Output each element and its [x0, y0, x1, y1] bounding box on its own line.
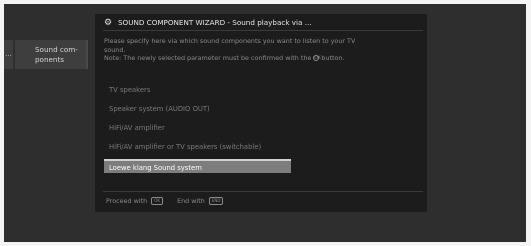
sound-component-wizard-dialog: ⚙ SOUND COMPONENT WIZARD - Sound playback… [95, 14, 427, 212]
option-tv-speakers[interactable]: TV speakers [106, 83, 306, 97]
instruction-line-3-end: button. [321, 54, 345, 62]
end-label: End with [177, 197, 205, 205]
instruction-text: Please specify here via which sound comp… [104, 37, 422, 63]
instruction-line-1: Please specify here via which sound comp… [104, 37, 356, 45]
proceed-label: Proceed with [106, 197, 148, 205]
menu-back-label: ... [5, 50, 12, 58]
ok-button-icon: OK [313, 55, 321, 61]
ok-key-icon: OK [151, 197, 163, 205]
instruction-line-3: Note: The newly selected parameter must … [104, 54, 422, 63]
instruction-line-2: sound. [104, 45, 126, 54]
dialog-title-text: SOUND COMPONENT WIZARD - Sound playback … [118, 18, 312, 27]
instruction-line-3-start: Note: The newly selected parameter must … [104, 54, 312, 62]
option-hifi-av-or-tv-speakers[interactable]: HiFi/AV amplifier or TV speakers (switch… [106, 140, 306, 154]
menu-item-label: Sound com- ponents [35, 45, 78, 64]
end-key-icon: END [208, 197, 224, 205]
gear-icon: ⚙ [104, 18, 113, 28]
dialog-footer: Proceed with OK End with END [106, 196, 225, 206]
footer-divider [103, 191, 423, 192]
option-speaker-system[interactable]: Speaker system (AUDIO OUT) [106, 102, 306, 116]
dialog-title: ⚙ SOUND COMPONENT WIZARD - Sound playback… [104, 17, 312, 29]
option-hifi-av-amplifier[interactable]: HiFi/AV amplifier [106, 121, 306, 135]
menu-item-sound-components[interactable]: Sound com- ponents [15, 40, 88, 69]
option-loewe-klang-sound-system[interactable]: Loewe klang Sound system [104, 159, 291, 173]
title-divider [103, 30, 423, 31]
tv-screen: ... Sound com- ponents ⚙ SOUND COMPONENT … [4, 4, 526, 242]
menu-back-item[interactable]: ... [4, 40, 13, 69]
